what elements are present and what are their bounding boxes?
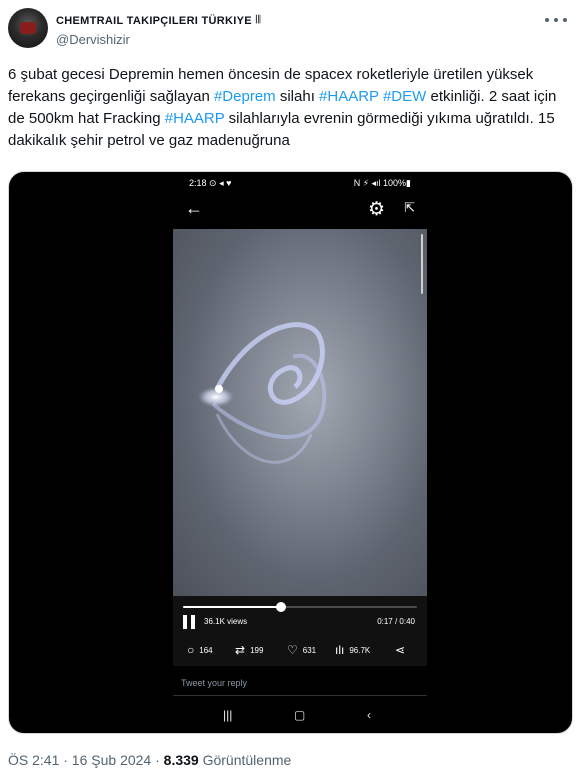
reply-placeholder: Tweet your reply: [181, 678, 248, 688]
handle[interactable]: @Dervishizir: [56, 32, 130, 47]
tweet-text-segment: silahı: [275, 88, 320, 105]
like-count: 631: [302, 645, 317, 655]
progress-knob[interactable]: [276, 602, 287, 612]
share-nodes-icon: ⋖: [395, 643, 406, 657]
retweet-icon: ⇄: [235, 643, 246, 657]
video-time: 0:17 / 0:40: [377, 617, 415, 626]
video-controls: 36.1K views 0:17 / 0:40 ○ 164 ⇄ 199 ♡ 631 ı…: [173, 596, 427, 666]
video-actions: ○ 164 ⇄ 199 ♡ 631 ılı 96.7K ⋖: [187, 644, 417, 658]
bar-chart-icon: ılı: [335, 643, 345, 657]
phone-screenshot: 2:18 ⊙ ◂ ♥ N ⚡ ◂ıl 100%▮ ← ⚙ ⇱ 36.1K vie…: [173, 172, 427, 733]
back-arrow-icon[interactable]: ←: [185, 198, 203, 219]
status-right: N ⚡ ◂ıl 100%▮: [353, 178, 411, 188]
reply-icon: ○: [187, 643, 195, 657]
more-dots-icon[interactable]: [545, 12, 567, 28]
heart-icon: ♡: [287, 643, 298, 657]
name-row: CHEMTRAIL TAKIPÇILERI TÜRKIYE 𝄃𝄃: [56, 14, 261, 27]
status-bar: 2:18 ⊙ ◂ ♥ N ⚡ ◂ıl 100%▮: [173, 176, 427, 192]
views-count: 96.7K: [349, 645, 371, 655]
display-name[interactable]: CHEMTRAIL TAKIPÇILERI TÜRKIYE: [56, 15, 252, 27]
home-icon[interactable]: ▢: [294, 708, 305, 722]
tweet-meta: ÖS 2:41 · 16 Şub 2024 · 8.339 Görüntülen…: [8, 752, 291, 768]
views-label: Görüntülenme: [198, 752, 292, 768]
name-emoji: 𝄃𝄃: [255, 14, 261, 26]
reply-count: 164: [199, 645, 213, 655]
view-count: 8.339: [163, 752, 199, 768]
retweet-button[interactable]: ⇄ 199: [235, 644, 263, 656]
retweet-count: 199: [250, 645, 264, 655]
hashtag-link[interactable]: #HAARP: [165, 110, 225, 127]
video-views: 36.1K views: [204, 617, 248, 626]
reply-button[interactable]: ○ 164: [187, 644, 213, 656]
hashtag-link[interactable]: #DEW: [383, 88, 426, 105]
recents-icon[interactable]: |||: [223, 708, 232, 722]
views-button[interactable]: ılı 96.7K: [335, 644, 370, 656]
nav-back-icon[interactable]: ‹: [367, 708, 371, 722]
status-icons-left: ⊙ ◂ ♥: [209, 178, 232, 188]
progress-fill: [183, 606, 282, 608]
share-button[interactable]: ⋖: [395, 644, 405, 656]
reply-box[interactable]: Tweet your reply: [173, 666, 427, 696]
status-time: 2:18: [189, 178, 207, 188]
share-icon[interactable]: ⇱: [404, 200, 415, 216]
media-container[interactable]: 2:18 ⊙ ◂ ♥ N ⚡ ◂ıl 100%▮ ← ⚙ ⇱ 36.1K vie…: [8, 171, 573, 734]
hashtag-link[interactable]: #Deprem: [214, 88, 276, 105]
app-bar: ← ⚙ ⇱: [173, 196, 427, 224]
avatar[interactable]: [8, 8, 48, 48]
like-button[interactable]: ♡ 631: [287, 644, 316, 656]
android-nav-bar: ||| ▢ ‹: [173, 704, 427, 728]
gear-icon[interactable]: ⚙: [368, 198, 385, 221]
pause-icon[interactable]: [183, 615, 195, 629]
hashtag-link[interactable]: #HAARP: [319, 88, 379, 105]
tweet-header: CHEMTRAIL TAKIPÇILERI TÜRKIYE 𝄃𝄃 @Dervis…: [8, 8, 571, 52]
tweet-text: 6 şubat gecesi Depremin hemen öncesin de…: [8, 64, 568, 152]
video-scrollbar[interactable]: [421, 234, 423, 294]
video-frame[interactable]: [173, 229, 427, 596]
progress-track[interactable]: [183, 602, 417, 612]
video-image: [198, 322, 327, 464]
timestamp[interactable]: ÖS 2:41 · 16 Şub 2024 ·: [8, 752, 164, 768]
